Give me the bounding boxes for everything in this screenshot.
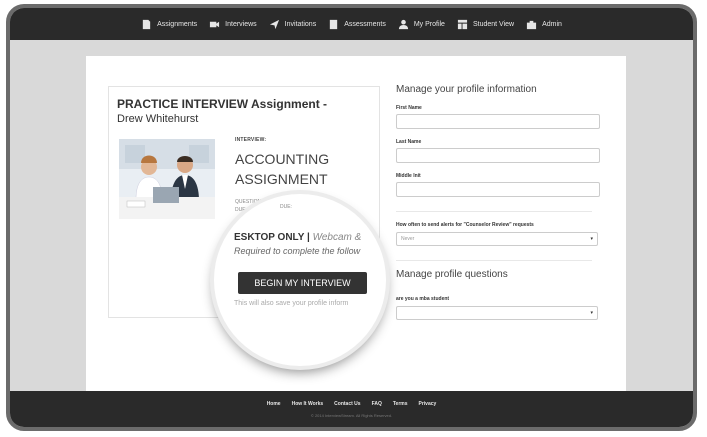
footer-link-faq[interactable]: FAQ bbox=[372, 401, 382, 407]
alerts-label: How often to send alerts for "Counselor … bbox=[396, 222, 534, 228]
video-camera-icon bbox=[210, 21, 220, 27]
magnifier-lens: DUE: ESKTOP ONLY | Webcam & Required to … bbox=[214, 194, 386, 366]
nav-interviews[interactable]: Interviews bbox=[209, 19, 257, 30]
interview-photo bbox=[119, 139, 215, 219]
alerts-select[interactable]: Never ▾ bbox=[396, 232, 598, 246]
user-icon bbox=[398, 19, 408, 29]
nav-label: Interviews bbox=[225, 20, 257, 28]
desktop-only-text: ESKTOP ONLY bbox=[234, 232, 305, 243]
questions-section-title: Manage profile questions bbox=[396, 269, 508, 280]
footer: Home How It Works Contact Us FAQ Terms P… bbox=[10, 391, 693, 427]
save-profile-note: This will also save your profile inform bbox=[234, 300, 349, 307]
first-name-label: First Name bbox=[396, 105, 422, 111]
footer-link-how-it-works[interactable]: How It Works bbox=[292, 401, 324, 407]
nav-assignments[interactable]: Assignments bbox=[141, 19, 197, 30]
last-name-label: Last Name bbox=[396, 139, 422, 145]
alerts-value: Never bbox=[401, 236, 415, 242]
magnified-card-fragment: DUE: bbox=[280, 204, 292, 211]
first-name-field[interactable] bbox=[396, 114, 600, 129]
nav-label: Admin bbox=[542, 20, 562, 28]
nav-label: Assessments bbox=[344, 20, 386, 28]
nav-admin[interactable]: Admin bbox=[526, 19, 562, 30]
nav-invitations[interactable]: Invitations bbox=[269, 19, 317, 30]
nav-label: Student View bbox=[472, 20, 515, 28]
middle-init-label: Middle Init bbox=[396, 173, 421, 179]
last-name-field[interactable] bbox=[396, 148, 600, 163]
profile-section-title: Manage your profile information bbox=[396, 84, 537, 95]
middle-init-field[interactable] bbox=[396, 182, 600, 197]
screen-frame: Assignments Interviews Invitations Asses… bbox=[6, 4, 697, 431]
chevron-down-icon: ▾ bbox=[590, 310, 593, 316]
top-navigation: Assignments Interviews Invitations Asses… bbox=[10, 8, 693, 40]
divider bbox=[396, 211, 592, 212]
interview-name: ACCOUNTING ASSIGNMENT bbox=[235, 151, 330, 187]
mba-question-label: are you a mba student bbox=[396, 296, 450, 302]
webcam-text: Webcam & bbox=[312, 232, 362, 243]
file-icon bbox=[142, 19, 151, 29]
assignment-owner: Drew Whitehurst bbox=[117, 113, 199, 125]
mba-question-select[interactable]: ▾ bbox=[396, 306, 598, 320]
document-icon bbox=[330, 19, 338, 29]
requirements-text: Required to complete the follow bbox=[234, 246, 361, 256]
footer-link-contact[interactable]: Contact Us bbox=[334, 401, 360, 407]
interview-label: INTERVIEW: bbox=[235, 137, 267, 143]
nav-assessments[interactable]: Assessments bbox=[328, 19, 386, 30]
desktop-only-notice: ESKTOP ONLY | Webcam & bbox=[234, 232, 362, 243]
nav-student-view[interactable]: Student View bbox=[457, 19, 514, 30]
chevron-down-icon: ▾ bbox=[590, 236, 593, 242]
magnified-due: DUE: bbox=[280, 204, 292, 210]
profile-panel: Manage your profile information First Na… bbox=[396, 84, 611, 320]
table-icon bbox=[457, 19, 468, 29]
begin-interview-button[interactable]: BEGIN MY INTERVIEW bbox=[238, 272, 367, 294]
nav-my-profile[interactable]: My Profile bbox=[398, 19, 445, 30]
footer-link-terms[interactable]: Terms bbox=[393, 401, 408, 407]
send-icon bbox=[269, 19, 279, 29]
nav-label: Assignments bbox=[157, 20, 198, 28]
footer-link-home[interactable]: Home bbox=[267, 401, 281, 407]
divider bbox=[396, 260, 592, 261]
footer-link-privacy[interactable]: Privacy bbox=[419, 401, 437, 407]
footer-links: Home How It Works Contact Us FAQ Terms P… bbox=[10, 401, 693, 407]
assignment-title: PRACTICE INTERVIEW Assignment - bbox=[117, 97, 328, 111]
nav-label: My Profile bbox=[413, 20, 445, 28]
nav-label: Invitations bbox=[284, 20, 317, 28]
briefcase-icon bbox=[526, 20, 537, 29]
copyright: © 2014 InterviewStream. All Rights Reser… bbox=[310, 413, 393, 418]
